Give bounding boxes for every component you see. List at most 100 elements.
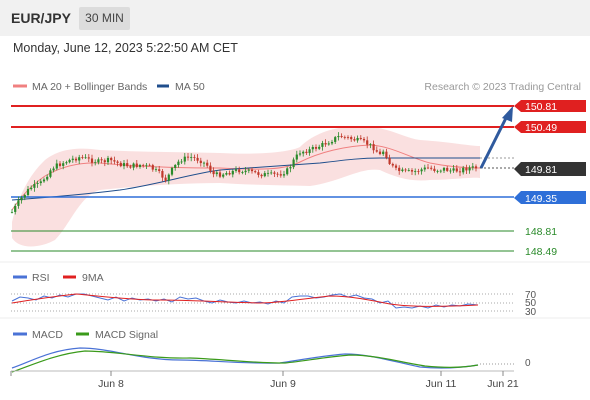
candle-body <box>122 163 126 167</box>
candle-body <box>161 170 164 178</box>
candle-body <box>158 169 161 171</box>
candle-body <box>190 157 193 158</box>
price-tag-label: 150.81 <box>525 101 557 113</box>
candle-body <box>167 174 170 181</box>
x-axis-label: Jun 21 <box>487 378 519 390</box>
candle-body <box>270 172 273 174</box>
candle-body <box>138 164 142 167</box>
legend-macd-label: MACD <box>32 329 63 341</box>
candle-body <box>340 136 343 137</box>
legend-9ma-label: 9MA <box>82 272 104 284</box>
candle-body <box>65 162 68 164</box>
candle-body <box>97 159 100 163</box>
candle-body <box>407 170 410 171</box>
candle-body <box>282 174 286 176</box>
candle-body <box>74 158 78 161</box>
candle-body <box>116 161 119 163</box>
candle-body <box>84 157 87 159</box>
candle-body <box>180 161 183 163</box>
candle-body <box>401 169 404 171</box>
price-tag-label: 149.81 <box>525 164 557 176</box>
price-tag-label: 150.49 <box>525 122 557 134</box>
candle-body <box>36 183 39 184</box>
candle-body <box>68 159 71 163</box>
candle-body <box>39 181 42 184</box>
candle-body <box>196 157 199 161</box>
candle-body <box>452 168 455 171</box>
candle-body <box>442 167 446 171</box>
candle-body <box>423 167 426 170</box>
candle-body <box>334 137 337 142</box>
candle-body <box>33 183 36 188</box>
candle-body <box>42 179 46 182</box>
candle-body <box>199 160 202 164</box>
candle-body <box>462 167 465 173</box>
x-axis-label: Jun 9 <box>270 378 296 390</box>
candle-body <box>58 163 62 166</box>
candle-body <box>263 173 266 177</box>
candle-body <box>110 157 113 161</box>
candle-body <box>87 157 90 159</box>
chart-canvas[interactable]: MA 20 + Bollinger Bands MA 50 Research ©… <box>0 0 590 400</box>
candle-body <box>382 151 385 155</box>
price-tag-current: 149.81 <box>514 162 586 176</box>
price-tag-150-81: 150.81 <box>514 100 586 113</box>
rsi-legend: RSI 9MA <box>13 272 104 284</box>
candle-body <box>321 143 324 147</box>
candle-body <box>218 172 222 177</box>
candle-body <box>388 157 391 164</box>
candle-body <box>468 167 471 171</box>
candle-body <box>356 137 359 141</box>
candle-body <box>170 167 174 175</box>
main-legend: MA 20 + Bollinger Bands MA 50 Research ©… <box>13 81 581 93</box>
candle-body <box>17 200 20 206</box>
candle-body <box>14 205 17 212</box>
candle-body <box>417 171 420 172</box>
candle-body <box>378 151 382 155</box>
support-label-1: 148.81 <box>525 226 557 238</box>
candle-body <box>10 211 14 213</box>
candle-body <box>350 137 353 140</box>
candle-body <box>404 169 407 171</box>
candle-body <box>430 167 433 169</box>
candle-body <box>231 170 234 175</box>
candle-body <box>346 137 350 138</box>
candle-body <box>398 167 401 171</box>
candle-body <box>298 153 302 155</box>
macd-legend: MACD MACD Signal <box>13 329 158 341</box>
candle-body <box>302 151 305 154</box>
candle-body <box>295 154 298 160</box>
candle-body <box>439 170 442 172</box>
candle-body <box>228 173 231 175</box>
candle-body <box>414 171 417 172</box>
candle-body <box>174 165 177 168</box>
candle-body <box>151 165 154 170</box>
candle-body <box>212 170 215 175</box>
bollinger-band <box>12 126 480 247</box>
candle-body <box>308 149 311 154</box>
candle-body <box>164 177 167 181</box>
legend-macd-signal-label: MACD Signal <box>95 329 158 341</box>
candle-body <box>289 167 292 169</box>
candle-body <box>446 167 449 171</box>
candle-body <box>78 157 81 161</box>
candle-body <box>20 197 23 201</box>
candle-body <box>225 173 228 175</box>
candle-body <box>436 170 439 172</box>
x-axis-label: Jun 8 <box>98 378 124 390</box>
candle-body <box>273 172 276 174</box>
candle-body <box>426 167 430 169</box>
candle-body <box>30 187 33 190</box>
candle-body <box>94 162 97 164</box>
candle-body <box>375 150 378 152</box>
candle-body <box>369 144 372 145</box>
candle-body <box>186 156 190 158</box>
candle-body <box>330 141 334 144</box>
candle-body <box>362 138 366 141</box>
candle-body <box>215 172 218 175</box>
candle-body <box>26 189 30 196</box>
candle-body <box>241 172 244 173</box>
legend-rsi-label: RSI <box>32 272 50 284</box>
candle-body <box>135 163 138 167</box>
candle-body <box>420 169 423 172</box>
